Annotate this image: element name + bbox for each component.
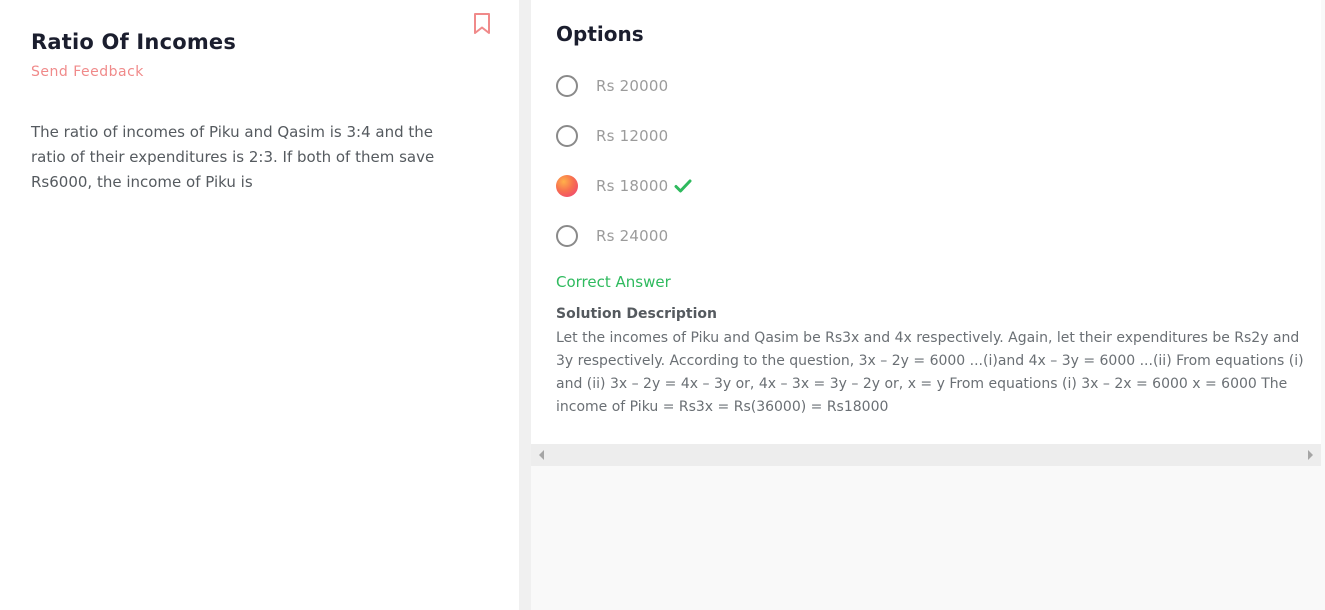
bookmark-icon[interactable] bbox=[472, 12, 492, 36]
option-2-radio[interactable] bbox=[556, 125, 578, 147]
option-4-label: Rs 24000 bbox=[596, 227, 669, 245]
option-3-label: Rs 18000 bbox=[596, 177, 669, 195]
option-3[interactable]: Rs 18000 bbox=[556, 174, 692, 198]
horizontal-scrollbar[interactable] bbox=[531, 444, 1321, 466]
option-2[interactable]: Rs 12000 bbox=[556, 124, 668, 148]
scroll-right-arrow-icon[interactable] bbox=[1308, 450, 1313, 460]
option-3-radio-selected[interactable] bbox=[556, 175, 578, 197]
question-text: The ratio of incomes of Piku and Qasim i… bbox=[31, 123, 435, 191]
options-title: Options bbox=[556, 22, 644, 46]
question-panel: Ratio Of Incomes Send Feedback The ratio… bbox=[0, 0, 519, 610]
option-1-radio[interactable] bbox=[556, 75, 578, 97]
options-card: Options Rs 20000 Rs 12000 Rs 18000 Rs 24… bbox=[531, 0, 1321, 444]
send-feedback-link[interactable]: Send Feedback bbox=[31, 64, 144, 80]
option-4-radio[interactable] bbox=[556, 225, 578, 247]
option-4[interactable]: Rs 24000 bbox=[556, 224, 668, 248]
scroll-left-arrow-icon[interactable] bbox=[539, 450, 544, 460]
correct-answer-label: Correct Answer bbox=[556, 273, 671, 291]
option-1[interactable]: Rs 20000 bbox=[556, 74, 668, 98]
solution-text: Let the incomes of Piku and Qasim be Rs3… bbox=[556, 330, 1304, 415]
question-title: Ratio Of Incomes bbox=[31, 30, 237, 54]
option-2-label: Rs 12000 bbox=[596, 127, 669, 145]
check-icon bbox=[674, 178, 692, 194]
option-1-label: Rs 20000 bbox=[596, 77, 669, 95]
solution-heading: Solution Description bbox=[556, 306, 717, 322]
panel-divider bbox=[519, 0, 531, 610]
